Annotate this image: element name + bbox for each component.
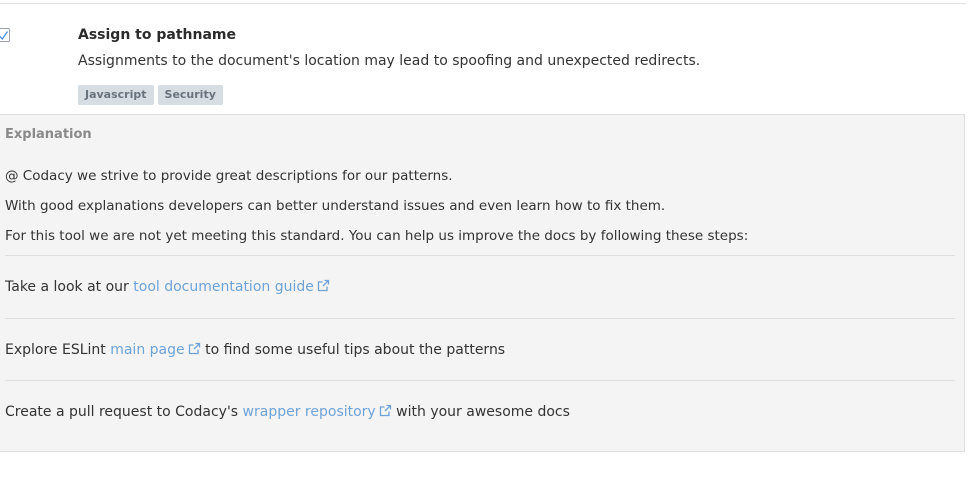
- main-page-link[interactable]: main page: [110, 342, 200, 358]
- external-link-icon: [317, 279, 330, 292]
- wrapper-repository-link[interactable]: wrapper repository: [243, 404, 392, 420]
- divider: [5, 380, 955, 381]
- link-text: wrapper repository: [242, 404, 376, 420]
- step-text: Explore ESLint: [5, 342, 111, 358]
- explanation-line: For this tool we are not yet meeting thi…: [5, 228, 749, 244]
- step-wrapper-repository: Create a pull request to Codacy's wrappe…: [5, 404, 570, 420]
- divider: [5, 318, 955, 319]
- link-text: tool documentation guide: [133, 279, 314, 295]
- step-text: to find some useful tips about the patte…: [200, 342, 506, 358]
- divider: [5, 255, 955, 256]
- pattern-description: Assignments to the document's location m…: [78, 53, 701, 69]
- explanation-panel: Explanation @ Codacy we strive to provid…: [0, 114, 965, 452]
- external-link-icon: [379, 404, 391, 417]
- step-documentation-guide: Take a look at our tool documentation gu…: [5, 279, 330, 295]
- checkmark-icon: [0, 31, 9, 41]
- explanation-line: @ Codacy we strive to provide great desc…: [5, 168, 453, 184]
- pattern-enabled-checkbox[interactable]: [0, 28, 10, 42]
- explanation-line: With good explanations developers can be…: [5, 198, 666, 214]
- pattern-tags: Javascript Security: [78, 85, 223, 105]
- explanation-heading: Explanation: [5, 127, 92, 142]
- step-text: Take a look at our: [5, 279, 134, 295]
- step-text: with your awesome docs: [391, 404, 570, 420]
- step-main-page: Explore ESLint main page to find some us…: [5, 342, 505, 358]
- tag-security: Security: [157, 85, 223, 105]
- tag-javascript: Javascript: [78, 85, 154, 105]
- pattern-title: Assign to pathname: [78, 27, 236, 43]
- external-link-icon: [188, 342, 200, 355]
- step-text: Create a pull request to Codacy's: [5, 404, 243, 420]
- pattern-page: Assign to pathname Assignments to the do…: [0, 0, 979, 477]
- link-text: main page: [110, 342, 185, 358]
- top-divider: [0, 3, 966, 4]
- tool-documentation-guide-link[interactable]: tool documentation guide: [133, 279, 330, 295]
